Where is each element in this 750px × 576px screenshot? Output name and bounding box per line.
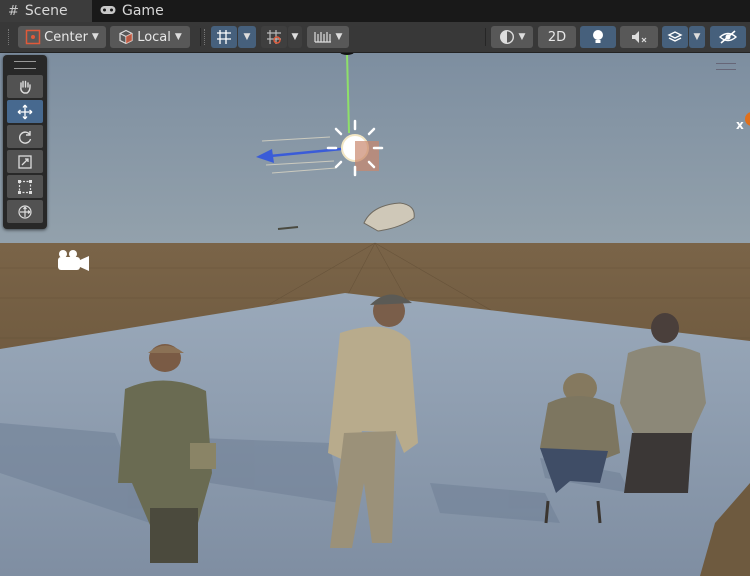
panel-drag-handle[interactable] (14, 61, 36, 69)
grid-snap-icon (217, 30, 231, 44)
tools-overlay-panel (3, 55, 47, 229)
toolbar-grip[interactable] (8, 29, 11, 45)
transform-icon (18, 204, 32, 219)
effects-toggle[interactable] (662, 26, 688, 48)
pivot-center-dropdown[interactable]: Center ▼ (18, 26, 106, 48)
scale-icon (18, 154, 32, 169)
scene-viewport[interactable]: x (0, 53, 750, 576)
scene-lighting-toggle[interactable] (580, 26, 616, 48)
floating-debris (277, 226, 299, 230)
rect-tool-button[interactable] (7, 175, 43, 198)
tab-game[interactable]: Game (92, 0, 174, 22)
lightbulb-icon (593, 30, 603, 43)
ruler-icon (313, 32, 331, 43)
directional-light-gizmo[interactable] (256, 53, 384, 177)
2d-mode-label: 2D (547, 29, 567, 45)
hand-tool-button[interactable] (7, 75, 43, 98)
rotate-icon (19, 130, 32, 144)
scale-tool-button[interactable] (7, 150, 43, 173)
grid-snap-toggle[interactable] (211, 26, 237, 48)
toolbar-divider (200, 28, 201, 46)
space-local-dropdown[interactable]: Local ▼ (110, 26, 190, 48)
chevron-down-icon: ▼ (243, 32, 251, 42)
chevron-down-icon: ▼ (291, 32, 299, 42)
increment-snap-icon (267, 30, 281, 44)
hand-icon (20, 80, 31, 94)
axis-x-label[interactable]: x (736, 118, 744, 132)
effects-dropdown[interactable]: ▼ (689, 26, 705, 48)
increment-snap-toggle[interactable] (261, 26, 287, 48)
local-cube-icon (119, 29, 133, 45)
snap-ruler-dropdown[interactable]: ▼ (307, 26, 349, 48)
scene-toolbar: Center ▼ Local ▼ ▼ ▼ ▼ ▼ 2D ▼ (0, 22, 750, 53)
increment-snap-dropdown[interactable]: ▼ (288, 26, 302, 48)
scene-render: x (0, 53, 750, 576)
toolbar-divider (485, 28, 486, 46)
eye-hidden-icon (718, 30, 738, 44)
shaded-sphere-icon (499, 29, 514, 45)
audio-toggle[interactable] (620, 26, 658, 48)
grid-hash-icon: # (8, 3, 19, 19)
pivot-icon (25, 29, 41, 45)
gamepad-icon (100, 4, 116, 19)
pivot-center-label: Center (44, 29, 88, 45)
axis-x-handle[interactable] (745, 112, 750, 126)
tab-game-label: Game (122, 3, 164, 19)
overlay-menu-icon[interactable] (716, 63, 736, 70)
transform-tool-button[interactable] (7, 200, 43, 223)
audio-mute-icon (632, 31, 647, 43)
floating-scan-object (363, 202, 415, 232)
2d-mode-toggle[interactable]: 2D (538, 26, 576, 48)
editor-tab-bar: # Scene Game (0, 0, 750, 22)
toolbar-grip[interactable] (204, 29, 207, 45)
move-arrows-icon (17, 104, 33, 119)
shading-mode-dropdown[interactable]: ▼ (491, 26, 533, 48)
grid-snap-dropdown[interactable]: ▼ (238, 26, 256, 48)
effects-layers-icon (667, 31, 683, 42)
tab-scene-label: Scene (24, 3, 68, 19)
tab-scene[interactable]: # Scene (0, 0, 92, 22)
chevron-down-icon: ▼ (518, 32, 526, 42)
chevron-down-icon: ▼ (174, 32, 182, 42)
scene-visibility-toggle[interactable] (710, 26, 746, 48)
move-tool-button[interactable] (7, 100, 43, 123)
space-local-label: Local (137, 29, 171, 45)
chevron-down-icon: ▼ (91, 32, 99, 42)
rect-transform-icon (18, 179, 32, 194)
chevron-down-icon: ▼ (693, 32, 701, 42)
rotate-tool-button[interactable] (7, 125, 43, 148)
chevron-down-icon: ▼ (335, 32, 343, 42)
